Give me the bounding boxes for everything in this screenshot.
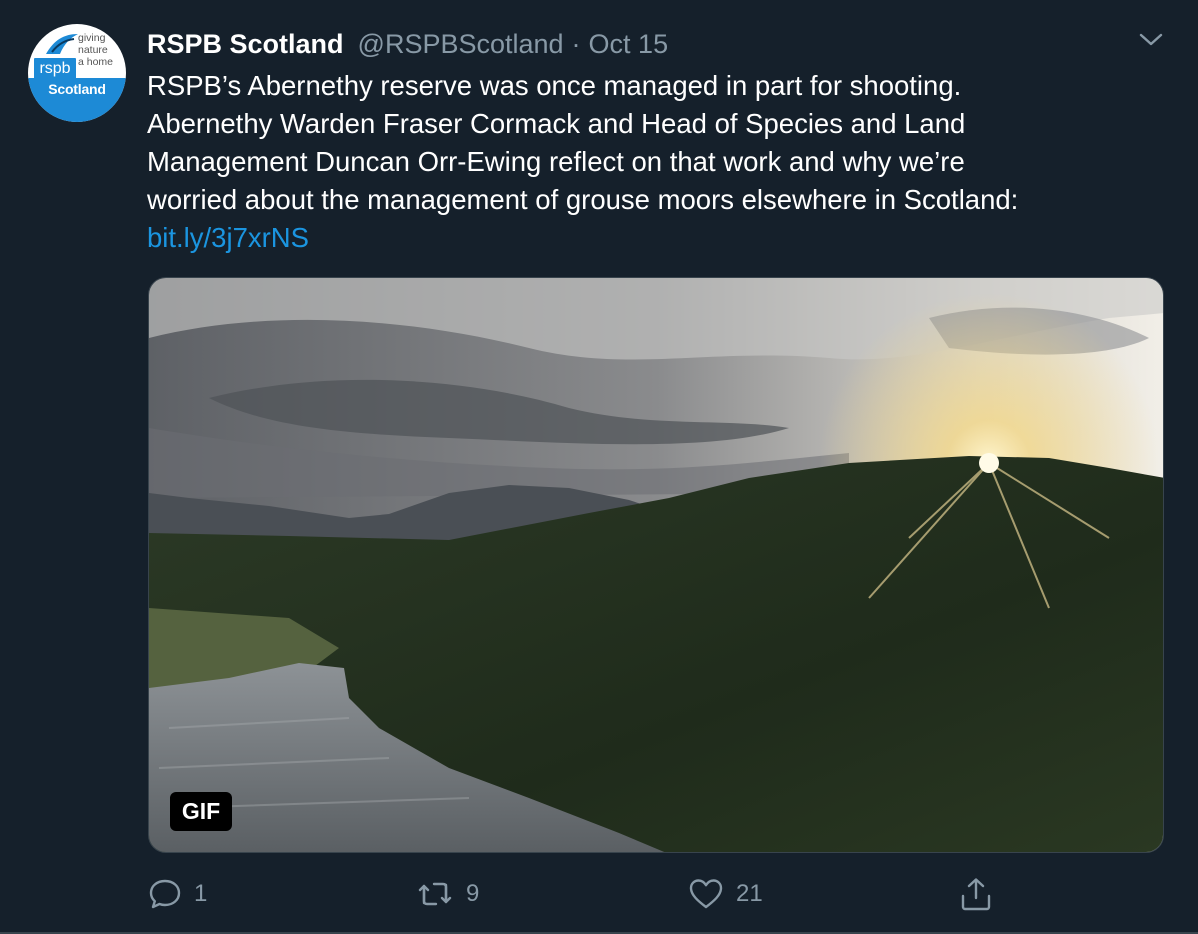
gif-badge: GIF (170, 792, 232, 831)
chevron-down-icon[interactable] (1138, 30, 1164, 50)
tweet-text-line: RSPB’s Abernethy reserve was once manage… (147, 70, 962, 101)
retweet-count: 9 (466, 880, 480, 907)
rspb-logo-box: rspb (34, 58, 76, 80)
reply-icon (149, 879, 181, 909)
avatar-tagline: giving nature a home (78, 32, 114, 68)
reply-count: 1 (194, 880, 208, 907)
retweet-button[interactable]: 9 (416, 870, 479, 918)
tweet-actions: 1 9 21 (0, 870, 1198, 918)
tweet-text-line: Abernethy Warden Fraser Cormack and Head… (147, 108, 966, 139)
tweet-header: RSPB Scotland @RSPBScotland · Oct 15 (147, 26, 668, 62)
share-button[interactable] (958, 870, 994, 918)
like-count: 21 (736, 880, 763, 907)
tweet-link[interactable]: bit.ly/3j7xrNS (147, 222, 309, 253)
header-separator: · (571, 28, 581, 59)
landscape-image (149, 278, 1163, 852)
reply-button[interactable]: 1 (148, 870, 207, 918)
display-name[interactable]: RSPB Scotland (147, 29, 344, 60)
tweet-text: RSPB’s Abernethy reserve was once manage… (147, 67, 1157, 257)
retweet-icon (418, 882, 452, 906)
avatar-region-label: Scotland (48, 81, 106, 97)
tweet-date[interactable]: Oct 15 (589, 29, 669, 60)
avatar[interactable]: rspb giving nature a home Scotland (28, 24, 126, 122)
tweet-text-line: Management Duncan Orr-Ewing reflect on t… (147, 146, 965, 177)
gif-media[interactable] (148, 277, 1164, 853)
like-button[interactable]: 21 (688, 870, 763, 918)
heart-icon (689, 879, 723, 909)
tweet-text-line: worried about the management of grouse m… (147, 184, 1019, 215)
user-handle[interactable]: @RSPBScotland (358, 29, 564, 60)
share-icon (961, 878, 991, 911)
bird-logo-icon (46, 34, 78, 54)
